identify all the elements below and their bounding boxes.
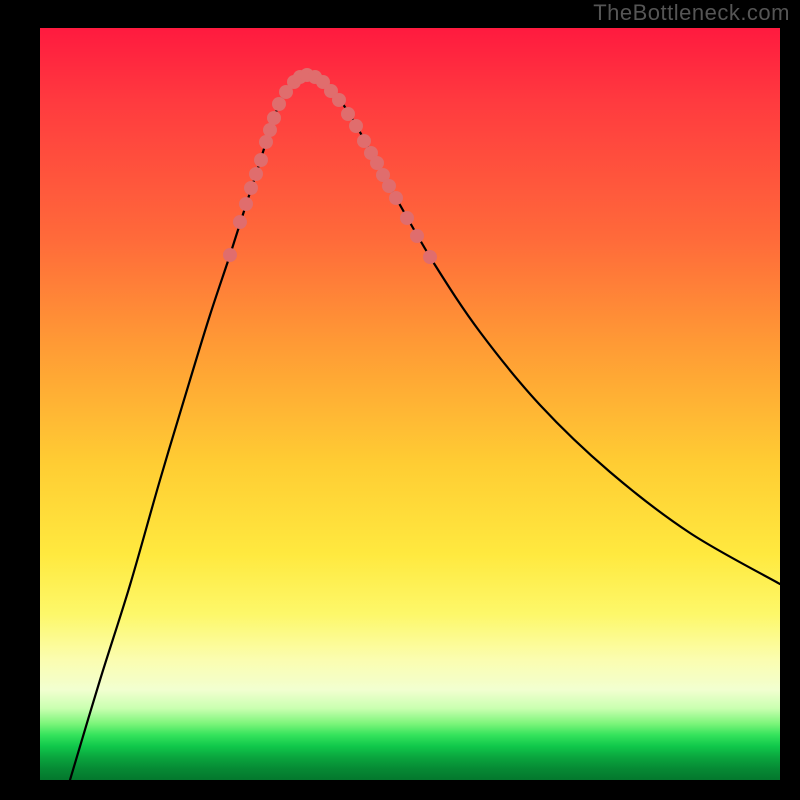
highlight-dot <box>254 153 268 167</box>
highlight-dot <box>259 135 273 149</box>
highlight-dot <box>389 191 403 205</box>
watermark-text: TheBottleneck.com <box>593 0 790 26</box>
highlight-dot-group <box>223 68 437 264</box>
highlight-dot <box>223 248 237 262</box>
chart-svg <box>40 28 780 780</box>
highlight-dot <box>233 215 247 229</box>
highlight-dot <box>341 107 355 121</box>
highlight-dot <box>267 111 281 125</box>
highlight-dot <box>400 211 414 225</box>
highlight-dot <box>249 167 263 181</box>
highlight-dot <box>410 229 424 243</box>
highlight-dot <box>272 97 286 111</box>
highlight-dot <box>382 179 396 193</box>
chart-frame: TheBottleneck.com <box>0 0 800 800</box>
highlight-dot <box>357 134 371 148</box>
highlight-dot <box>349 119 363 133</box>
highlight-dot <box>239 197 253 211</box>
highlight-dot <box>263 123 277 137</box>
plot-area <box>40 28 780 780</box>
highlight-dot <box>332 93 346 107</box>
highlight-dot <box>244 181 258 195</box>
bottleneck-curve <box>70 74 780 780</box>
highlight-dot <box>370 156 384 170</box>
highlight-dot <box>423 250 437 264</box>
